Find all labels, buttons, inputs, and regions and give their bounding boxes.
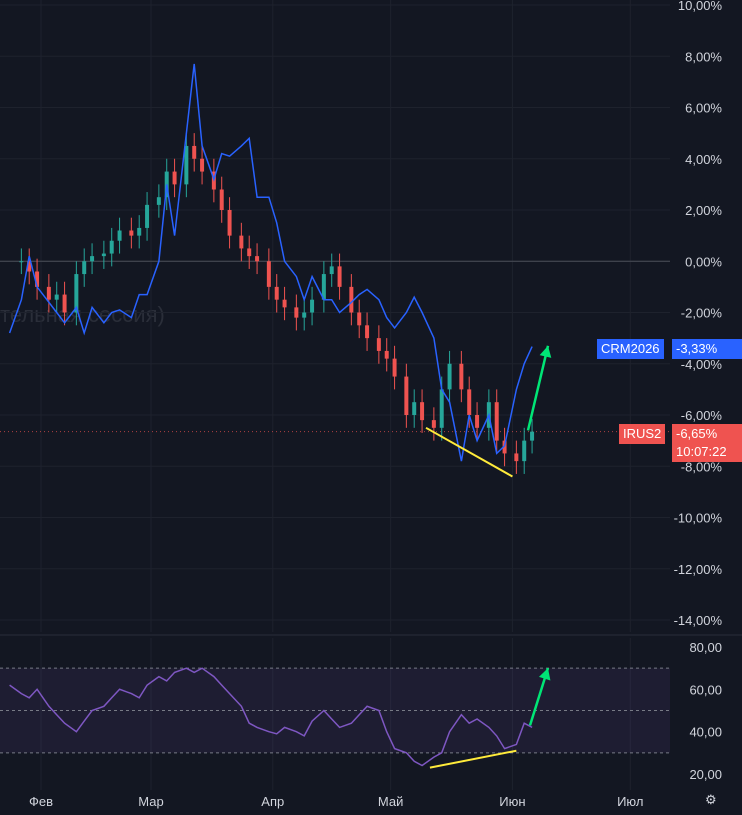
irus2-candle [467,389,472,415]
irus2-candle [90,256,95,262]
irus2-candle [117,230,122,241]
rsi-y-tick-label: 40,00 [689,725,722,740]
irus2-candle [129,230,134,236]
irus2-countdown-badge: 10:07:22 [672,442,742,462]
x-tick-label: Мар [138,794,163,809]
irus2-candle [54,294,59,300]
irus2-candle [404,376,409,415]
y-tick-label: -14,00% [674,613,723,628]
irus2-candle [420,402,425,421]
irus2-candle [365,325,370,339]
irus2-candle [109,240,114,254]
irus2-candle [447,363,452,390]
y-tick-label: 0,00% [685,254,722,269]
irus2-candle [459,363,464,390]
rsi-y-tick-label: 20,00 [689,767,722,782]
x-tick-label: Апр [261,794,284,809]
irus2-candle [337,266,342,287]
irus2-candle [101,253,106,257]
irus2-value-badge: -6,65% [672,424,742,444]
irus2-candle [82,261,87,275]
price-trendline [425,426,513,478]
irus2-candle [46,286,51,300]
rsi-y-tick-label: 80,00 [689,640,722,655]
irus2-candle [282,299,287,308]
irus2-candle [247,248,252,257]
irus2-candle [266,261,271,287]
irus2-candle [227,210,232,236]
irus2-candle [255,256,260,262]
irus2-candle [329,266,334,275]
rsi-y-tick-label: 60,00 [689,682,722,697]
rsi-trendline [429,749,517,769]
y-tick-label: 6,00% [685,101,722,116]
y-tick-label: -2,00% [681,306,723,321]
irus2-candle [349,286,354,313]
irus2-candle [172,171,177,185]
price-up-arrow [526,345,552,431]
crm2026-value-badge: -3,33% [672,339,742,359]
irus2-candle [219,189,224,210]
irus2-candle [412,402,417,415]
irus2-name-badge: IRUS2 [619,424,666,444]
irus2-candle [431,420,436,428]
irus2-candle [137,227,142,236]
irus2-candle [384,350,389,359]
y-tick-label: 8,00% [685,49,722,64]
irus2-candle [274,286,279,300]
irus2-candle [294,307,299,318]
x-tick-label: Июл [617,794,643,809]
irus2-candle [192,145,197,159]
irus2-candle [514,453,519,462]
irus2-candle [62,294,67,313]
y-tick-label: -12,00% [674,562,723,577]
irus2-candle [357,312,362,326]
irus2-candle [530,431,535,441]
irus2-candle [392,358,397,377]
irus2-candle [145,204,150,228]
irus2-candle [310,299,315,313]
x-tick-label: Июн [499,794,525,809]
y-tick-label: 2,00% [685,203,722,218]
irus2-candle [239,235,244,249]
y-tick-label: -6,00% [681,408,723,423]
crm2026-name-badge: CRM2026 [597,339,664,359]
irus2-candle [376,338,381,351]
irus2-candle [494,402,499,441]
x-tick-label: Фев [29,794,53,809]
irus2-candle [200,158,205,172]
y-tick-label: -4,00% [681,357,723,372]
arrow-head [539,345,552,358]
chart-canvas[interactable]: 10,00% 8,00% 6,00% 4,00% 2,00% 0,00% -2,00% -4,… [0,0,742,815]
arrow-shaft [526,345,550,431]
y-tick-label: 10,00% [678,0,723,13]
irus2-candle [522,440,527,462]
irus2-candle [439,389,444,428]
x-tick-label: Май [378,794,403,809]
irus2-candle [475,415,480,428]
irus2-candle [156,197,161,205]
irus2-candle [19,261,24,263]
gear-icon[interactable]: ⚙ [705,792,717,808]
rsi-band [0,668,670,753]
y-tick-label: -10,00% [674,511,723,526]
y-tick-label: 4,00% [685,152,722,167]
irus2-candle [302,312,307,318]
